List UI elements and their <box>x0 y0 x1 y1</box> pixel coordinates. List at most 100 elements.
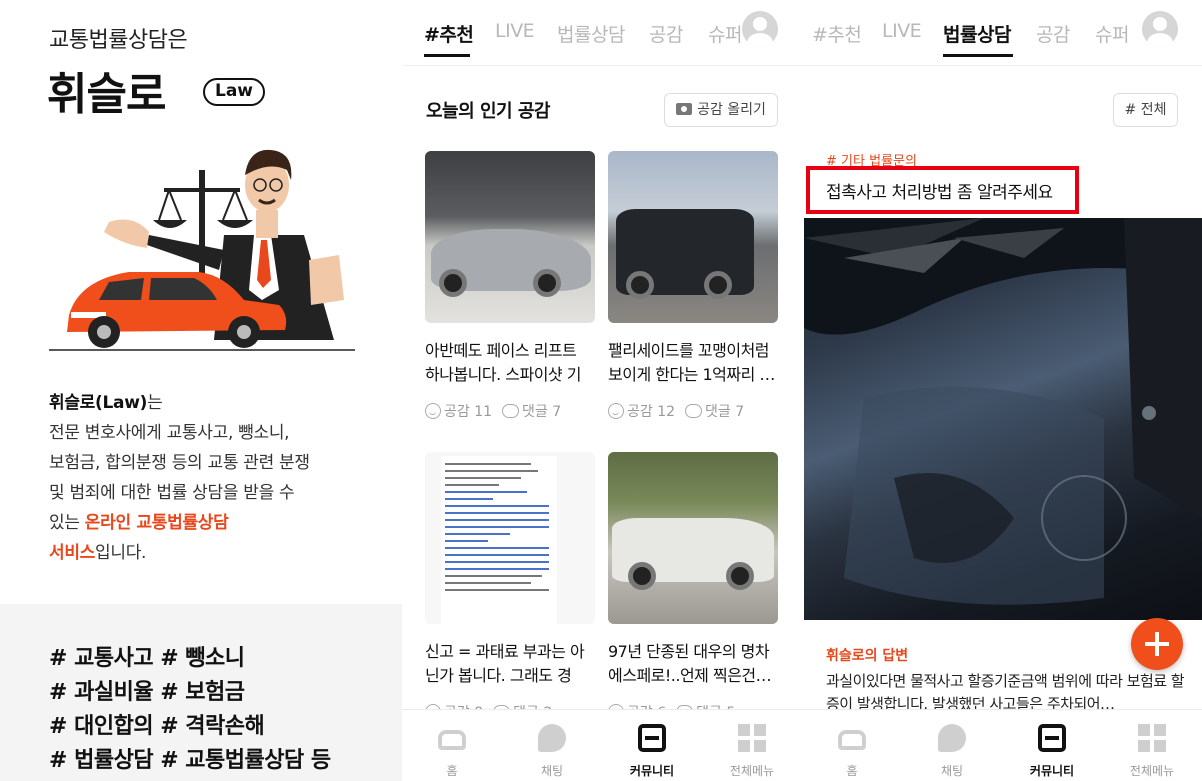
promo-subtitle: 교통법률상담은 <box>49 28 188 53</box>
like-count: 공감 11 <box>444 404 493 420</box>
section-title: 오늘의 인기 공감 <box>426 101 550 122</box>
nav-label: 채팅 <box>540 764 564 778</box>
add-post-button[interactable] <box>1131 618 1183 670</box>
screen-legal-consult: #추천 LIVE 법률상담 공감 슈퍼 # 전체 # 기타 법률문의 접촉사고 … <box>802 0 1202 781</box>
smile-icon <box>608 403 624 419</box>
comment-icon <box>502 404 520 418</box>
answer-label: 휘슬로의 답변 <box>826 648 909 664</box>
post-meta: 공감 12 댓글 7 <box>608 401 778 421</box>
active-tab-underline <box>943 54 1013 57</box>
tab-super[interactable]: 슈퍼 <box>708 20 742 47</box>
tab-live[interactable]: LIVE <box>495 20 535 42</box>
tab-live[interactable]: LIVE <box>882 20 922 42</box>
lawyer-car-illustration <box>49 149 355 351</box>
promo-description: 휘슬로(Law)는 전문 변호사에게 교통사고, 뺑소니, 보험금, 합의분쟁 … <box>49 388 369 568</box>
hashtag-line: # 법률상담 # 교통법률상담 등 <box>49 748 331 773</box>
desc-line5a: 있는 <box>49 513 85 533</box>
top-tabs: #추천 LIVE 법률상담 공감 슈퍼 <box>402 0 802 66</box>
nav-label: 홈 <box>446 764 458 778</box>
profile-avatar[interactable] <box>1142 11 1178 47</box>
promo-panel: 교통법률상담은 휘슬로 Law 휘슬로(Law)는 전문 변호사에게 교통사고,… <box>0 0 402 781</box>
nav-all-menu[interactable]: 전체메뉴 <box>702 710 802 781</box>
car-wheel <box>439 269 467 297</box>
smile-icon <box>425 403 441 419</box>
like-count: 공감 12 <box>627 404 676 420</box>
hashtag-box: # 교통사고 # 뺑소니 # 과실비율 # 보험금 # 대인합의 # 격락손해 … <box>0 604 402 781</box>
post-photo <box>804 218 1202 620</box>
tab-empathy[interactable]: 공감 <box>649 20 683 47</box>
tab-recommend[interactable]: #추천 <box>812 20 862 47</box>
post-thumbnail <box>608 151 778 323</box>
tab-legal-consult[interactable]: 법률상담 <box>557 20 625 47</box>
active-tab-underline <box>424 54 470 57</box>
bottom-navigation: 홈 채팅 커뮤니티 전체메뉴 <box>402 709 802 781</box>
nav-chat[interactable]: 채팅 <box>902 710 1002 781</box>
chat-bubble-icon <box>538 724 566 752</box>
profile-avatar[interactable] <box>742 11 778 47</box>
highlight-box <box>806 166 1079 214</box>
post-thumbnail <box>608 452 778 624</box>
brand-title: 휘슬로 <box>47 69 166 120</box>
nav-label: 커뮤니티 <box>629 764 675 778</box>
post-title: 신고 = 과태료 부과는 아닌가 봅니다. 그래도 경고… <box>425 642 585 685</box>
camera-icon <box>676 103 693 115</box>
nav-chat[interactable]: 채팅 <box>502 710 602 781</box>
comment-count: 댓글 7 <box>705 404 745 420</box>
hashtag-line: # 과실비율 # 보험금 <box>49 680 245 705</box>
desc-line4: 및 범죄에 대한 법률 상담을 받을 수 <box>49 483 295 503</box>
post-title: 97년 단종된 대우의 명차 에스페로!..언제 찍은건… <box>608 642 772 685</box>
post-thumbnail <box>425 151 595 323</box>
tab-empathy[interactable]: 공감 <box>1036 20 1070 47</box>
all-filter-button[interactable]: # 전체 <box>1113 93 1178 127</box>
post-card[interactable]: 아반떼도 페이스 리프트 하나봅니다. 스파이샷 기준… 공감 11 댓글 7 <box>425 151 595 421</box>
comment-icon <box>685 404 703 418</box>
community-icon <box>638 724 666 752</box>
post-card[interactable]: 신고 = 과태료 부과는 아닌가 봅니다. 그래도 경고… 공감 8 댓글 2 <box>425 452 595 722</box>
desc-line3: 보험금, 합의분쟁 등의 교통 관련 분쟁 <box>49 453 310 473</box>
desc-line1: 는 <box>147 393 163 413</box>
tab-super[interactable]: 슈퍼 <box>1095 20 1129 47</box>
grid-icon <box>738 724 766 752</box>
nav-community[interactable]: 커뮤니티 <box>1002 710 1102 781</box>
nav-label: 커뮤니티 <box>1029 764 1075 778</box>
hashtag-line: # 대인합의 # 격락손해 <box>49 714 265 739</box>
nav-label: 전체메뉴 <box>1129 764 1175 778</box>
bottom-navigation: 홈 채팅 커뮤니티 전체메뉴 <box>802 709 1202 781</box>
desc-brand: 휘슬로(Law) <box>49 393 148 413</box>
screen-popular-empathy: #추천 LIVE 법률상담 공감 슈퍼 오늘의 인기 공감 공감 올리기 아반떼… <box>402 0 802 781</box>
law-pill: Law <box>203 78 266 106</box>
car-wheel <box>726 562 754 590</box>
car-wheel <box>626 271 654 299</box>
tab-legal-consult[interactable]: 법률상담 <box>943 20 1011 47</box>
nav-label: 전체메뉴 <box>729 764 775 778</box>
upload-empathy-button[interactable]: 공감 올리기 <box>664 93 778 127</box>
hashtag-line: # 교통사고 # 뺑소니 <box>49 646 245 671</box>
post-card[interactable]: 97년 단종된 대우의 명차 에스페로!..언제 찍은건… 공감 6 댓글 5 <box>608 452 778 722</box>
nav-label: 채팅 <box>940 764 964 778</box>
nav-all-menu[interactable]: 전체메뉴 <box>1102 710 1202 781</box>
nav-home[interactable]: 홈 <box>802 710 902 781</box>
desc-highlight2: 서비스 <box>49 543 96 563</box>
top-tabs: #추천 LIVE 법률상담 공감 슈퍼 <box>802 0 1202 66</box>
car-icon <box>438 730 466 750</box>
desc-highlight1: 온라인 교통법률상담 <box>84 513 229 533</box>
nav-community[interactable]: 커뮤니티 <box>602 710 702 781</box>
car-wheel <box>533 269 561 297</box>
post-title: 아반떼도 페이스 리프트 하나봅니다. 스파이샷 기준… <box>425 341 581 384</box>
post-title: 팰리세이드를 꼬맹이처럼 보이게 한다는 1억짜리 … <box>608 341 775 384</box>
upload-label: 공감 올리기 <box>697 102 766 118</box>
desc-line6b: 입니다. <box>95 543 147 563</box>
nav-home[interactable]: 홈 <box>402 710 502 781</box>
chat-bubble-icon <box>938 724 966 752</box>
community-icon <box>1038 724 1066 752</box>
car-wheel <box>628 562 656 590</box>
post-thumbnail <box>425 452 595 624</box>
post-card[interactable]: 팰리세이드를 꼬맹이처럼 보이게 한다는 1억짜리 … 공감 12 댓글 7 <box>608 151 778 421</box>
car-icon <box>838 730 866 750</box>
nav-label: 홈 <box>846 764 858 778</box>
document-image <box>441 456 557 624</box>
car-wheel <box>704 271 732 299</box>
grid-icon <box>1138 724 1166 752</box>
post-meta: 공감 11 댓글 7 <box>425 401 595 421</box>
tab-recommend[interactable]: #추천 <box>424 20 474 47</box>
